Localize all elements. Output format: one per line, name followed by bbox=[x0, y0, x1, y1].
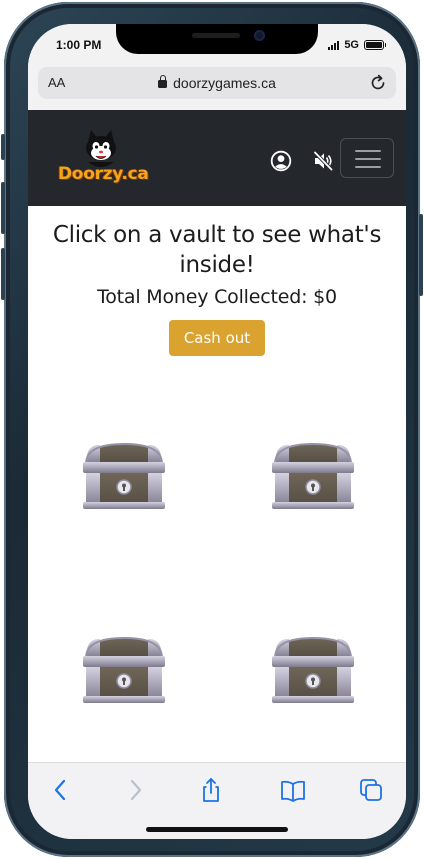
phone-frame: 1:00 PM 5G AA doorzygames.ca Doorzy.ca C… bbox=[1, 2, 423, 857]
bookmarks-icon[interactable] bbox=[280, 777, 306, 803]
volume-down-button bbox=[1, 248, 5, 300]
speaker-grille bbox=[192, 33, 240, 38]
hamburger-line bbox=[355, 166, 381, 168]
phone-screen: 1:00 PM 5G AA doorzygames.ca Doorzy.ca C… bbox=[28, 24, 406, 839]
battery-icon bbox=[364, 40, 386, 50]
money-collected-label: Total Money Collected: $0 bbox=[97, 286, 337, 308]
mute-switch bbox=[1, 134, 5, 160]
hamburger-line bbox=[355, 150, 381, 152]
logo-text: Doorzy.ca bbox=[58, 164, 149, 184]
back-icon[interactable] bbox=[48, 777, 74, 803]
lock-icon bbox=[158, 75, 168, 88]
menu-toggle-button[interactable] bbox=[340, 138, 394, 178]
power-button bbox=[419, 214, 423, 296]
browser-address-area: AA doorzygames.ca bbox=[28, 64, 406, 110]
address-bar[interactable]: AA doorzygames.ca bbox=[38, 67, 396, 99]
status-indicators: 5G bbox=[328, 39, 386, 51]
url-text: doorzygames.ca bbox=[173, 75, 276, 91]
treasure-chest-icon bbox=[271, 637, 355, 704]
user-account-icon[interactable] bbox=[270, 150, 292, 172]
url-display[interactable]: doorzygames.ca bbox=[38, 75, 396, 91]
reload-icon[interactable] bbox=[368, 73, 388, 93]
share-icon[interactable] bbox=[198, 777, 224, 803]
treasure-chest-icon bbox=[271, 443, 355, 510]
network-label: 5G bbox=[344, 39, 359, 51]
sound-muted-icon[interactable] bbox=[312, 150, 334, 172]
vault-1[interactable] bbox=[80, 440, 168, 512]
hamburger-line bbox=[355, 158, 381, 160]
vault-3[interactable] bbox=[80, 634, 168, 706]
site-logo[interactable]: Doorzy.ca bbox=[58, 128, 149, 188]
volume-up-button bbox=[1, 182, 5, 234]
vault-2[interactable] bbox=[269, 440, 357, 512]
forward-icon[interactable] bbox=[122, 777, 148, 803]
signal-icon bbox=[328, 40, 340, 50]
status-time: 1:00 PM bbox=[56, 38, 102, 52]
home-indicator bbox=[146, 827, 288, 832]
vault-4[interactable] bbox=[269, 634, 357, 706]
site-header: Doorzy.ca bbox=[28, 110, 406, 206]
treasure-chest-icon bbox=[82, 637, 166, 704]
notch bbox=[116, 24, 318, 54]
treasure-chest-icon bbox=[82, 443, 166, 510]
game-instructions: Click on a vault to see what's inside! bbox=[52, 222, 382, 278]
front-camera bbox=[254, 30, 265, 41]
tabs-icon[interactable] bbox=[358, 777, 384, 803]
cash-out-button[interactable]: Cash out bbox=[169, 320, 265, 356]
